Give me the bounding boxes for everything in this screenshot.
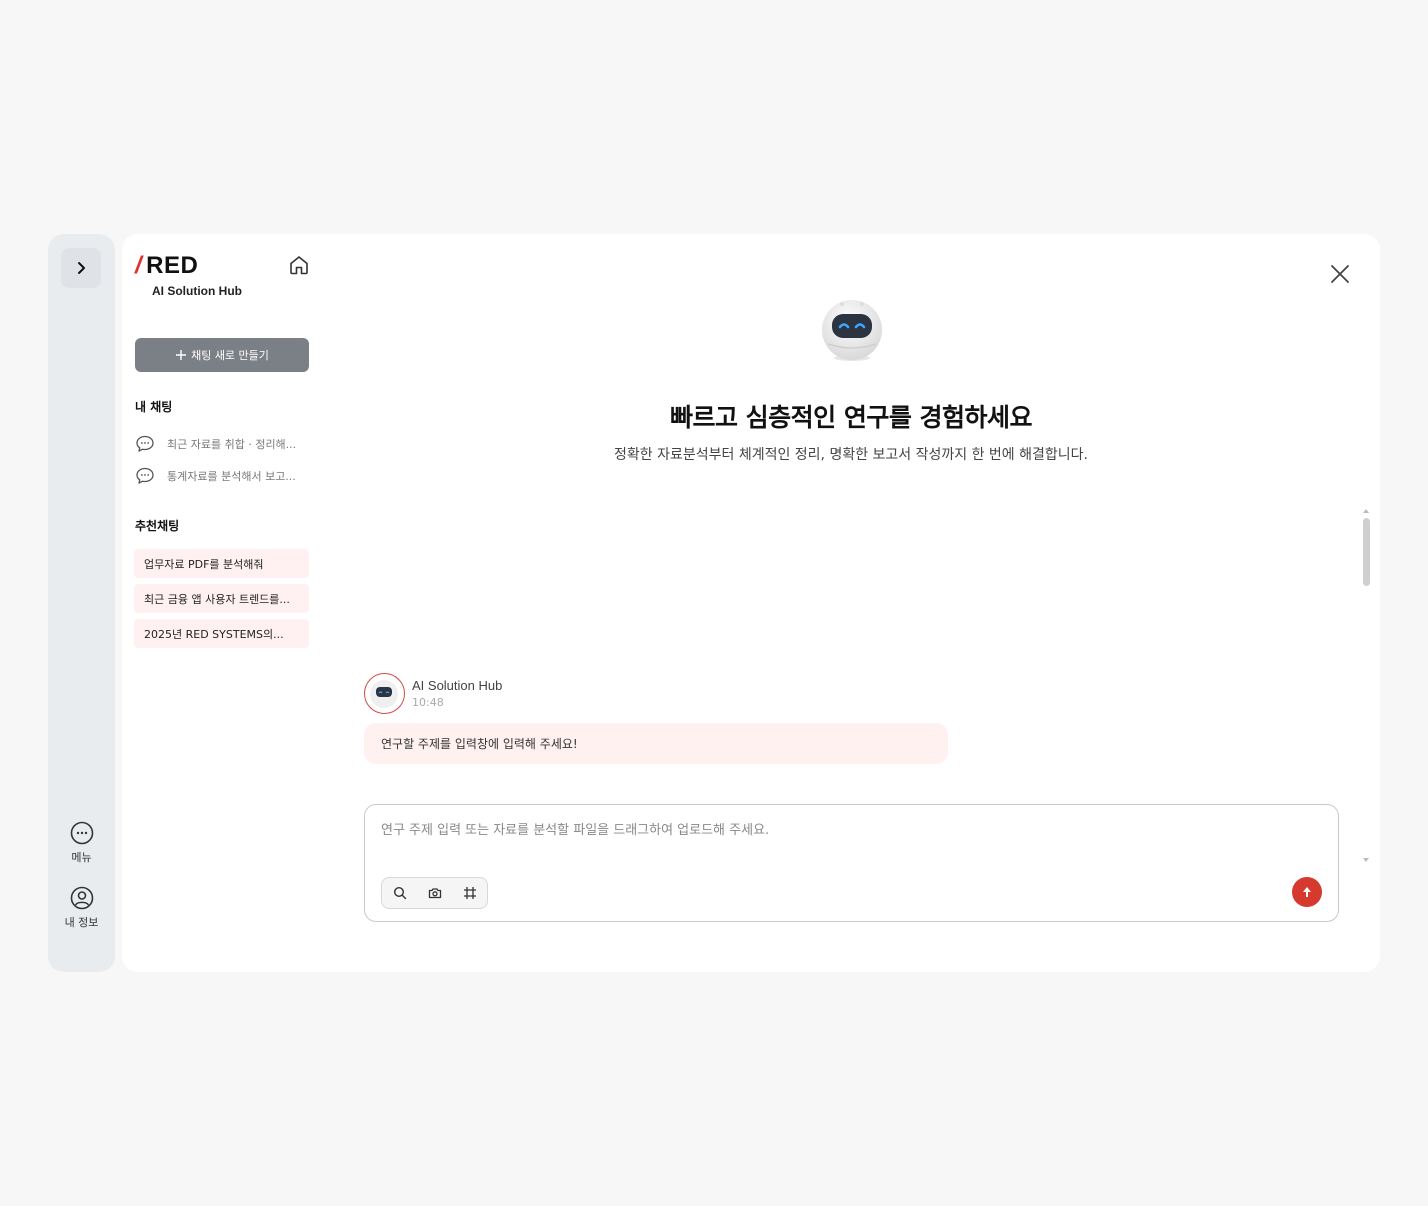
camera-icon — [428, 888, 441, 899]
user-icon — [70, 886, 93, 910]
new-chat-label: 채팅 새로 만들기 — [191, 349, 269, 362]
plus-icon — [176, 350, 187, 360]
message-time: 10:48 — [412, 696, 444, 709]
main-panel: / RED AI Solution Hub 채팅 새로 만들기 내 채팅 최근 … — [122, 234, 1380, 972]
brand: / RED AI Solution Hub — [135, 252, 242, 298]
rail-menu-button[interactable]: 메뉴 — [48, 821, 115, 865]
rail-profile-label: 내 정보 — [64, 916, 99, 929]
robot-mascot-icon — [820, 300, 884, 364]
close-icon — [1331, 265, 1349, 283]
search-icon — [393, 886, 406, 900]
scroll-up-arrow-icon[interactable] — [1362, 507, 1370, 515]
recommended-item[interactable]: 업무자료 PDF를 분석해줘 — [134, 549, 309, 578]
brand-slash-mark: / — [135, 252, 143, 279]
recommended-item[interactable]: 최근 금융 앱 사용자 트렌드를... — [134, 584, 309, 613]
chevron-right-icon — [78, 262, 85, 274]
brand-subtitle: AI Solution Hub — [152, 284, 242, 298]
my-chat-label: 통계자료를 분석해서 보고... — [167, 470, 296, 483]
recommended-item[interactable]: 2025년 RED SYSTEMS의... — [134, 619, 309, 648]
message-bubble: 연구할 주제를 입력창에 입력해 주세요! — [364, 723, 948, 764]
hero-subtitle: 정확한 자료분석부터 체계적인 정리, 명확한 보고서 작성까지 한 번에 해결… — [614, 447, 1088, 463]
send-button[interactable] — [1292, 877, 1322, 907]
crop-icon — [463, 887, 476, 899]
close-button[interactable] — [1328, 262, 1352, 286]
more-icon — [70, 821, 93, 845]
home-icon — [290, 256, 308, 275]
app-frame: 메뉴 내 정보 / RED AI Solution Hub 채팅 새로 만들기 … — [0, 0, 1428, 1206]
rail-menu-label: 메뉴 — [71, 851, 92, 864]
message-text: 연구할 주제를 입력창에 입력해 주세요! — [381, 737, 578, 751]
scroll-down-arrow-icon[interactable] — [1362, 856, 1370, 864]
crop-tool-button[interactable] — [452, 878, 487, 908]
chat-bubble-icon — [136, 467, 154, 484]
home-button[interactable] — [287, 253, 311, 277]
arrow-up-icon — [1303, 887, 1311, 897]
brand-logo: / RED — [135, 252, 242, 280]
rail-profile-button[interactable]: 내 정보 — [48, 886, 115, 930]
left-rail: 메뉴 내 정보 — [48, 234, 115, 972]
recommended-title: 추천채팅 — [135, 519, 180, 533]
brand-logo-text: RED — [146, 252, 199, 279]
bot-avatar — [364, 673, 405, 714]
camera-tool-button[interactable] — [417, 878, 452, 908]
research-topic-input[interactable] — [381, 819, 1281, 841]
search-tool-button[interactable] — [382, 878, 417, 908]
message-sender: AI Solution Hub — [412, 678, 503, 693]
scrollbar-thumb[interactable] — [1363, 518, 1370, 586]
composer-toolbar — [381, 877, 488, 909]
new-chat-button[interactable]: 채팅 새로 만들기 — [135, 338, 309, 372]
hero-title: 빠르고 심층적인 연구를 경험하세요 — [669, 403, 1033, 432]
my-chat-item[interactable]: 통계자료를 분석해서 보고... — [135, 465, 309, 487]
sidebar-toggle-button[interactable] — [61, 248, 101, 288]
robot-avatar-icon — [370, 680, 398, 708]
composer — [364, 804, 1339, 922]
